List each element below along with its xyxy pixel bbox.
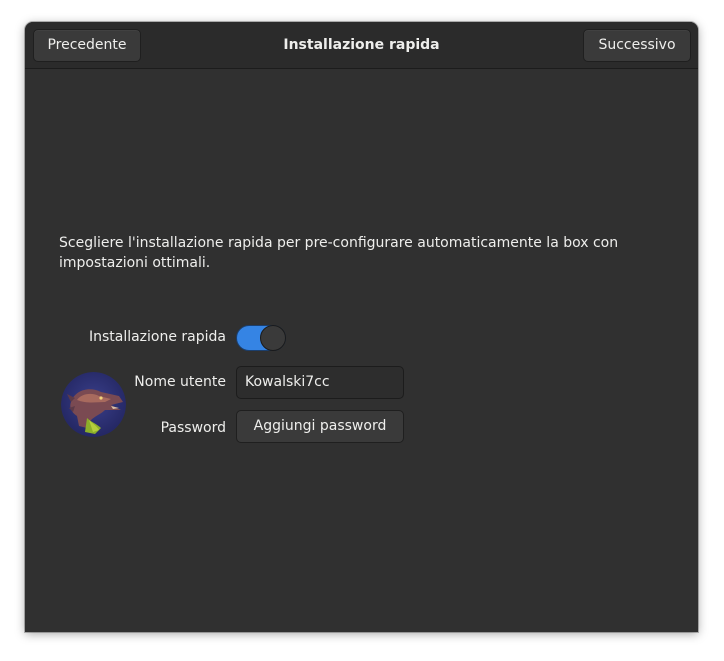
user-avatar[interactable] xyxy=(61,372,126,437)
switch-knob xyxy=(260,325,286,351)
password-label: Password xyxy=(160,420,226,436)
header-bar: Installazione rapida Precedente Successi… xyxy=(25,22,698,69)
dragon-avatar-icon xyxy=(61,372,126,437)
quick-install-dialog: Installazione rapida Precedente Successi… xyxy=(25,22,698,632)
description-text: Scegliere l'installazione rapida per pre… xyxy=(59,235,619,271)
quick-install-label: Installazione rapida xyxy=(88,329,226,345)
next-button[interactable]: Successivo xyxy=(583,29,691,62)
quick-install-switch[interactable] xyxy=(236,325,286,351)
previous-button[interactable]: Precedente xyxy=(33,29,141,62)
username-input[interactable]: Kowalski7cc xyxy=(236,366,404,399)
add-password-button[interactable]: Aggiungi password xyxy=(236,410,404,443)
username-label: Nome utente xyxy=(134,374,226,390)
